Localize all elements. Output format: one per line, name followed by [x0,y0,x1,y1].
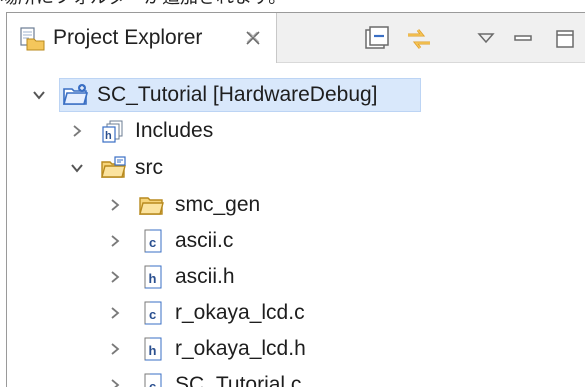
project-explorer-screenshot: 場所にフォルダーが追加されます。 Project Explorer [0,0,585,387]
view-menu-icon[interactable] [473,26,501,52]
tree-item-src[interactable]: src [7,151,585,185]
project-explorer-icon [19,27,45,51]
tree-item-file[interactable]: c ascii.c [7,224,585,258]
chevron-down-icon[interactable] [69,160,85,176]
svg-text:h: h [149,343,157,358]
chevron-right-icon[interactable] [107,269,123,285]
tree-item-file[interactable]: h r_okaya_lcd.h [7,332,585,366]
tree-item-file[interactable]: h ascii.h [7,260,585,294]
chevron-right-icon[interactable] [69,123,85,139]
c-file-icon: c [141,373,165,387]
close-x-icon[interactable] [243,28,263,48]
c-file-icon: c [141,229,165,253]
project-explorer-view: Project Explorer SC_Tutorial [HardwareDe… [6,12,585,387]
link-with-editor-icon[interactable] [405,26,433,52]
tree-item-smc-gen[interactable]: smc_gen [7,188,585,222]
collapse-all-icon[interactable] [363,26,391,52]
tree-item-label: Includes [135,119,214,142]
source-folder-icon [101,156,126,180]
tree-item-label: ascii.c [175,229,234,252]
svg-text:h: h [149,271,157,286]
minimize-icon[interactable] [509,26,537,52]
tree-item-label: SC_Tutorial.c [175,373,302,387]
folder-icon [139,193,164,217]
chevron-down-icon[interactable] [31,87,47,103]
chevron-right-icon[interactable] [107,377,123,387]
h-file-icon: h [141,337,165,361]
svg-text:c: c [149,379,156,387]
tree-item-label: r_okaya_lcd.c [175,301,305,324]
cropped-caption: 場所にフォルダーが追加されます。 [0,0,585,9]
maximize-icon[interactable] [551,26,579,52]
chevron-right-icon[interactable] [107,197,123,213]
includes-icon: h [101,119,125,143]
tree-item-label: ascii.h [175,265,235,288]
tree-item-project[interactable]: SC_Tutorial [HardwareDebug] [7,78,585,112]
chevron-right-icon[interactable] [107,305,123,321]
svg-text:h: h [105,130,112,142]
svg-text:c: c [149,307,156,322]
tree-item-label: r_okaya_lcd.h [175,337,306,360]
tree-item-label: SC_Tutorial [HardwareDebug] [97,83,378,106]
tab-title: Project Explorer [53,26,203,49]
tree-item-file[interactable]: c r_okaya_lcd.c [7,296,585,330]
tree-item-includes[interactable]: h Includes [7,114,585,148]
c-file-icon: c [141,301,165,325]
project-folder-icon [62,83,89,107]
chevron-right-icon[interactable] [107,341,123,357]
h-file-icon: h [141,265,165,289]
tree-item-label: smc_gen [175,193,261,216]
tree-item-label: src [135,156,163,179]
svg-text:c: c [149,235,156,250]
chevron-right-icon[interactable] [107,233,123,249]
tree-item-file[interactable]: c SC_Tutorial.c [7,368,585,387]
tab-project-explorer[interactable]: Project Explorer [7,13,277,63]
view-tab-bar: Project Explorer [7,13,585,63]
